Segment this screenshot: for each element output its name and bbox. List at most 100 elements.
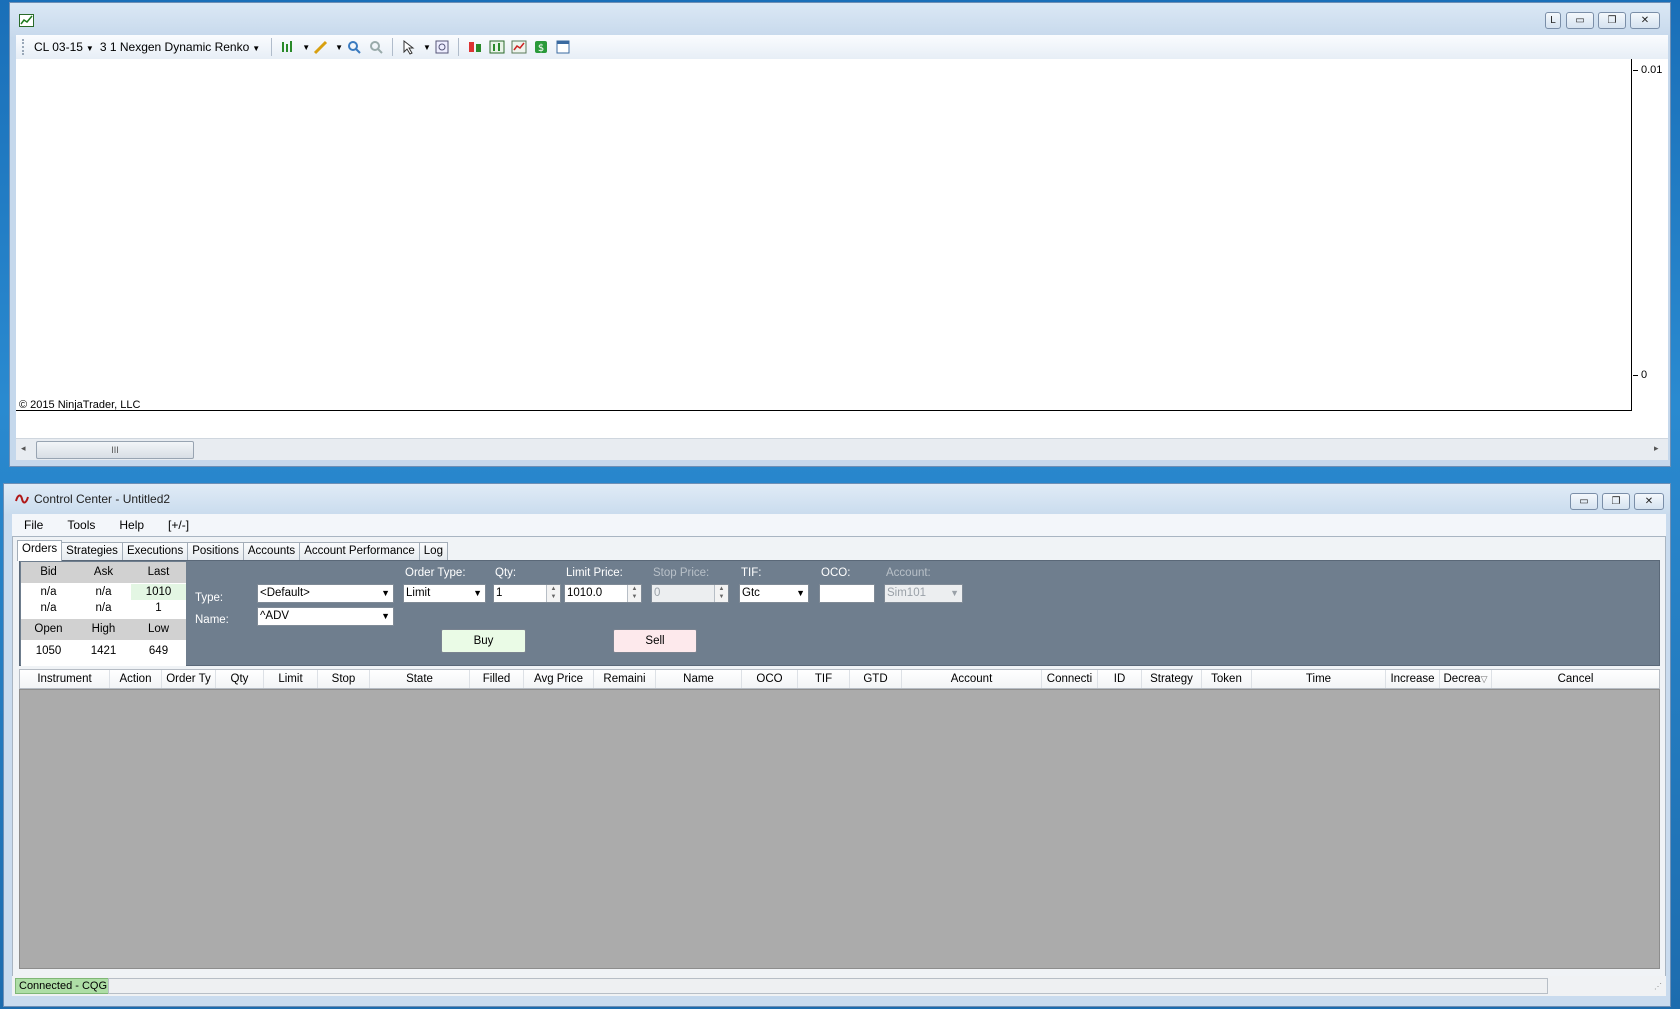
bar-type-icon[interactable] xyxy=(280,39,296,55)
chevron-down-icon[interactable]: ▼ xyxy=(335,43,343,52)
tab-account-performance[interactable]: Account Performance xyxy=(299,542,420,561)
name-dropdown[interactable]: ^ADV ▼ xyxy=(257,607,394,626)
open-header: Open xyxy=(34,623,63,635)
menu-tools[interactable]: Tools xyxy=(55,518,107,532)
spin-arrows-icon[interactable]: ▲ ▼ xyxy=(627,585,641,602)
ninjatrader-logo-icon xyxy=(15,493,29,505)
menu-file[interactable]: File xyxy=(12,518,55,532)
tab-positions[interactable]: Positions xyxy=(187,542,244,561)
scroll-thumb[interactable]: III xyxy=(36,441,194,459)
col-gtd[interactable]: GTD xyxy=(850,670,902,688)
dollar-icon[interactable]: $ xyxy=(533,39,549,55)
tab-orders[interactable]: Orders xyxy=(17,540,63,561)
qty-stepper[interactable]: 1 ▲ ▼ xyxy=(493,584,561,603)
zoom-out-icon[interactable] xyxy=(368,39,384,55)
menu-help[interactable]: Help xyxy=(107,518,156,532)
col-limit[interactable]: Limit xyxy=(264,670,318,688)
chevron-down-icon: ▼ xyxy=(85,44,94,53)
scroll-right-arrow-icon[interactable]: ▸ xyxy=(1654,443,1659,454)
svg-text:$: $ xyxy=(538,43,544,54)
limit-price-label: Limit Price: xyxy=(566,567,623,579)
plot-area[interactable] xyxy=(16,59,1632,411)
buy-button[interactable]: Buy xyxy=(441,629,526,653)
col-state[interactable]: State xyxy=(370,670,470,688)
chart-horizontal-scrollbar[interactable]: ◂ III ▸ xyxy=(16,438,1668,460)
col-action[interactable]: Action xyxy=(110,670,162,688)
cc-restore-button[interactable]: ❐ xyxy=(1602,493,1630,510)
col-order-type[interactable]: Order Ty xyxy=(162,670,216,688)
chart-restore-button[interactable]: ❐ xyxy=(1598,12,1626,29)
limit-price-stepper[interactable]: 1010.0 ▲ ▼ xyxy=(564,584,642,603)
chevron-down-icon[interactable]: ▼ xyxy=(423,43,431,52)
menu-expand-collapse[interactable]: [+/-] xyxy=(156,518,201,532)
spin-arrows-icon[interactable]: ▲ ▼ xyxy=(546,585,560,602)
cc-minimize-button[interactable]: ▭ xyxy=(1570,493,1598,510)
orders-grid-body[interactable] xyxy=(19,689,1660,969)
type-value: <Default> xyxy=(260,587,310,599)
chart-canvas[interactable]: © 2015 NinjaTrader, LLC 0.01 0 xyxy=(16,59,1668,438)
col-increase[interactable]: Increase xyxy=(1386,670,1440,688)
chart-minimize-button[interactable]: ▭ xyxy=(1566,12,1594,29)
market-row: n/a n/a 1 xyxy=(21,600,186,616)
col-oco[interactable]: OCO xyxy=(742,670,798,688)
bid-price: n/a xyxy=(40,586,57,598)
ask-size: n/a xyxy=(95,602,112,614)
col-qty[interactable]: Qty xyxy=(216,670,264,688)
last-price: 1010 xyxy=(131,584,186,600)
col-remaining[interactable]: Remaini xyxy=(594,670,656,688)
col-token[interactable]: Token xyxy=(1202,670,1252,688)
tab-executions[interactable]: Executions xyxy=(121,542,189,561)
stop-price-stepper: 0 ▲ ▼ xyxy=(651,584,729,603)
chevron-down-icon[interactable]: ▼ xyxy=(302,43,310,52)
col-time[interactable]: Time xyxy=(1252,670,1386,688)
drawing-tool-icon[interactable] xyxy=(313,39,329,55)
tab-accounts[interactable]: Accounts xyxy=(242,542,301,561)
type-dropdown[interactable]: <Default> ▼ xyxy=(257,584,394,603)
col-name[interactable]: Name xyxy=(656,670,742,688)
indicators-icon[interactable] xyxy=(489,39,505,55)
chart-close-button[interactable]: ✕ xyxy=(1630,12,1660,29)
stop-price-value: 0 xyxy=(654,587,661,599)
last-size: 1 xyxy=(155,602,162,614)
tab-log[interactable]: Log xyxy=(418,542,448,561)
col-instrument[interactable]: Instrument xyxy=(20,670,110,688)
chart-trader-icon[interactable] xyxy=(511,39,527,55)
low-value: 649 xyxy=(148,645,169,657)
chart-titlebar: L ▭ ❐ ✕ xyxy=(10,3,1670,37)
col-decrease[interactable]: Decrea▽ xyxy=(1440,670,1492,688)
qty-value: 1 xyxy=(496,587,503,599)
oco-input[interactable] xyxy=(819,584,875,603)
col-connection[interactable]: Connecti xyxy=(1042,670,1098,688)
cc-close-button[interactable]: ✕ xyxy=(1634,493,1664,510)
instrument-selector[interactable]: CL 03-15 ▼ xyxy=(34,40,94,54)
col-tif[interactable]: TIF xyxy=(798,670,850,688)
data-box-icon[interactable] xyxy=(555,39,571,55)
scroll-left-arrow-icon[interactable]: ◂ xyxy=(21,443,26,454)
period-selector[interactable]: 3 1 Nexgen Dynamic Renko ▼ xyxy=(100,40,260,54)
y-axis-label-bottom: 0 xyxy=(1641,369,1648,381)
name-value: ^ADV xyxy=(260,610,290,622)
control-center-window: Control Center - Untitled2 ▭ ❐ ✕ File To… xyxy=(3,483,1671,1007)
col-stop[interactable]: Stop xyxy=(318,670,370,688)
order-type-dropdown[interactable]: Limit ▼ xyxy=(403,584,486,603)
properties-icon[interactable] xyxy=(434,39,450,55)
col-avg-price[interactable]: Avg Price xyxy=(524,670,594,688)
col-strategy[interactable]: Strategy xyxy=(1142,670,1202,688)
col-id[interactable]: ID xyxy=(1098,670,1142,688)
market-row: 1050 1421 649 xyxy=(21,643,186,659)
resize-grip-icon[interactable]: ⋰ xyxy=(1654,982,1662,991)
zoom-in-icon[interactable] xyxy=(346,39,362,55)
strategies-icon[interactable] xyxy=(467,39,483,55)
tif-dropdown[interactable]: Gtc ▼ xyxy=(739,584,809,603)
col-filled[interactable]: Filled xyxy=(470,670,524,688)
col-account[interactable]: Account xyxy=(902,670,1042,688)
ask-price: n/a xyxy=(95,586,112,598)
toolbar-grip[interactable] xyxy=(22,39,26,55)
sell-button[interactable]: Sell xyxy=(613,629,697,653)
low-header: Low xyxy=(147,623,170,635)
col-cancel[interactable]: Cancel xyxy=(1492,670,1659,688)
chart-link-button[interactable]: L xyxy=(1545,12,1561,29)
pointer-icon[interactable] xyxy=(401,39,417,55)
connection-status: Connected - CQG xyxy=(15,978,112,994)
tab-strategies[interactable]: Strategies xyxy=(61,542,123,561)
